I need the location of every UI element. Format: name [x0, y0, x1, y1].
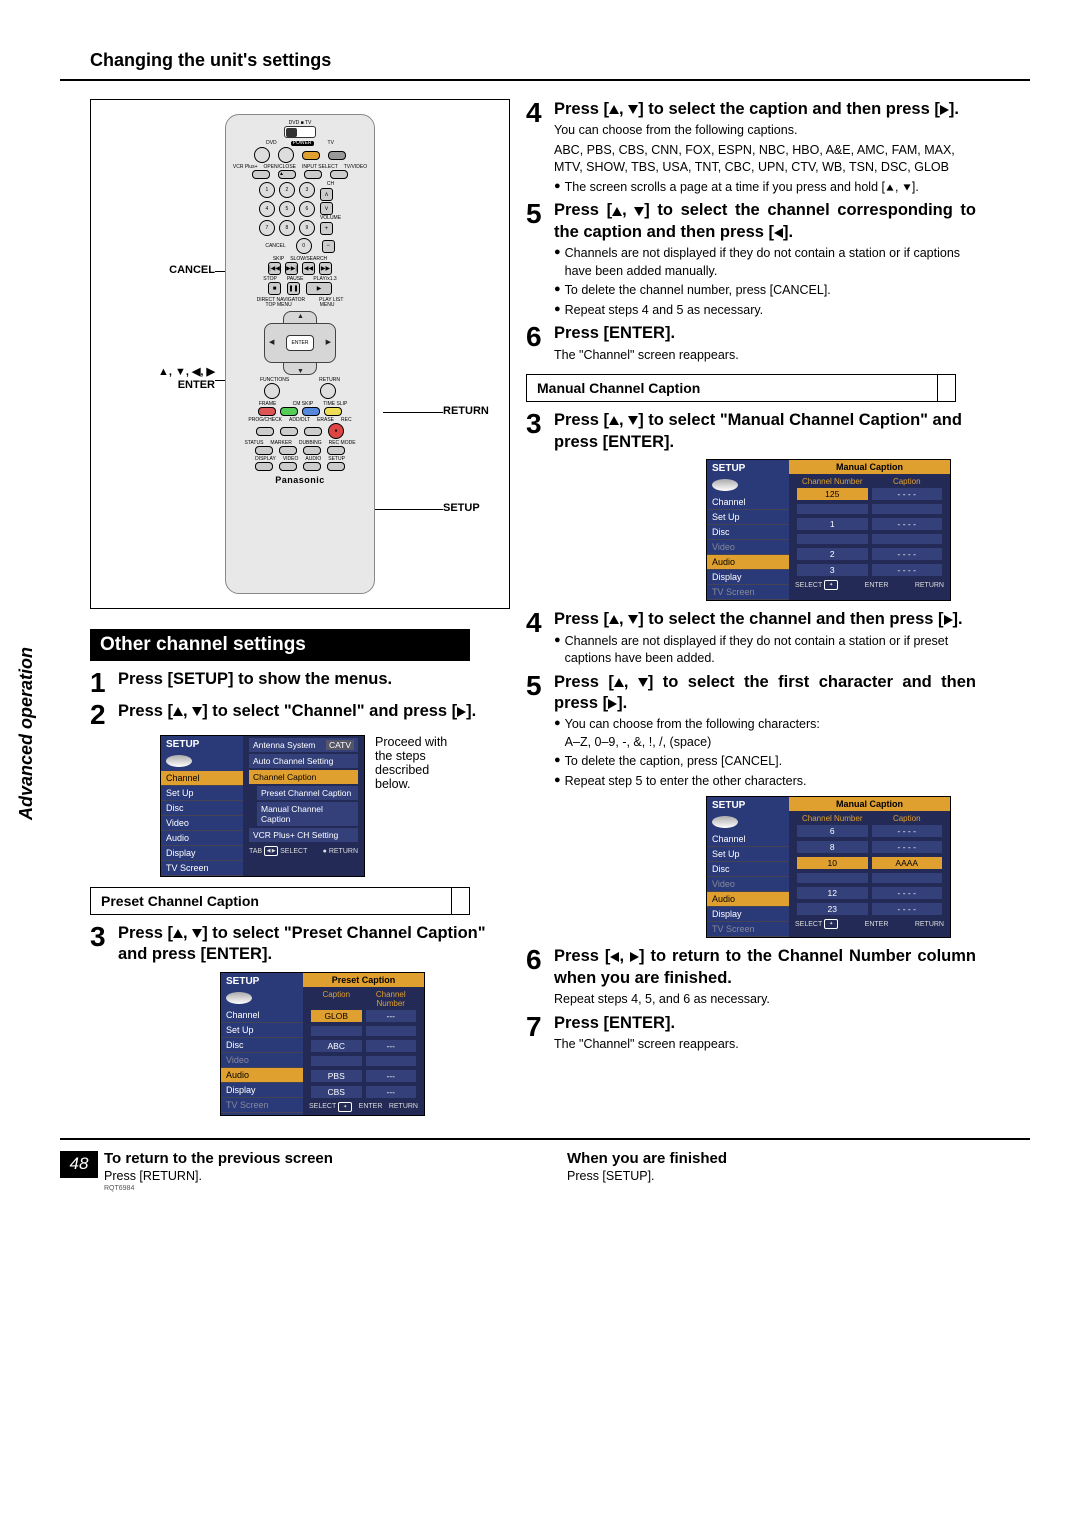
ui-manual-caption-2: SETUP Channel Set Up Disc Video Audio Di…	[706, 796, 951, 938]
section-sidebar-label: Advanced operation	[16, 647, 37, 820]
step-1: 1 Press [SETUP] to show the menus.	[90, 669, 500, 697]
setup-pill-button	[327, 462, 345, 471]
section-heading-bar: Other channel settings	[90, 629, 470, 661]
right-column: 4 Press [, ] to select the caption and t…	[526, 99, 976, 1124]
remote-illustration: CANCEL ▲, ▼, ◀, ▶ ENTER RETURN SETUP DVD…	[90, 99, 510, 609]
footer-right-text: Press [SETUP].	[567, 1169, 1030, 1183]
ui-manual-caption-1: SETUP Channel Set Up Disc Video Audio Di…	[706, 459, 951, 601]
dvd-button	[328, 151, 346, 160]
footer-left-text: Press [RETURN].	[104, 1169, 567, 1183]
power-tv-button	[278, 147, 294, 163]
chevron-right-icon	[451, 888, 469, 914]
sub-heading-preset: Preset Channel Caption	[90, 887, 470, 915]
page-footer: 48 To return to the previous screen Pres…	[60, 1150, 1030, 1192]
document-id: RQT6984	[104, 1185, 567, 1192]
step-4-right: 4 Press [, ] to select the caption and t…	[526, 99, 976, 196]
callout-return: RETURN	[443, 405, 503, 418]
header-rule	[60, 79, 1030, 81]
hdd-button	[302, 151, 320, 160]
page-title: Changing the unit's settings	[90, 50, 1030, 71]
footer-right-heading: When you are finished	[567, 1150, 1030, 1167]
power-dvd-button	[254, 147, 270, 163]
callout-cancel: CANCEL	[95, 264, 215, 277]
remote-brand: Panasonic	[275, 475, 325, 485]
step-5b-right: 5 Press [, ] to select the first charact…	[526, 672, 976, 791]
step-3b-right: 3 Press [, ] to select "Manual Channel C…	[526, 410, 976, 453]
step-6b-right: 6 Press [, ] to return to the Channel Nu…	[526, 946, 976, 1008]
ui-setup-channel-menu: SETUP Channel Set Up Disc Video Audio Di…	[160, 735, 365, 877]
d-pad: ENTER ▲ ▼ ◀ ▶	[255, 308, 345, 378]
page-number: 48	[60, 1151, 98, 1178]
number-0-button: 0	[296, 238, 312, 254]
dvd-tv-switch	[284, 126, 316, 138]
proceed-note: Proceed with the steps described below.	[375, 735, 465, 791]
callout-setup: SETUP	[443, 502, 503, 515]
dvd-icon	[166, 755, 192, 767]
footer-rule	[60, 1138, 1030, 1140]
step-7-right: 7 Press [ENTER]. The "Channel" screen re…	[526, 1013, 976, 1054]
left-column: CANCEL ▲, ▼, ◀, ▶ ENTER RETURN SETUP DVD…	[60, 99, 500, 1124]
rec-button: ●	[328, 423, 344, 439]
footer-left-heading: To return to the previous screen	[104, 1150, 567, 1167]
return-button-icon	[320, 383, 336, 399]
page-header: Changing the unit's settings	[60, 50, 1030, 71]
step-4b-right: 4 Press [, ] to select the channel and t…	[526, 609, 976, 667]
step-6-right: 6 Press [ENTER]. The "Channel" screen re…	[526, 323, 976, 364]
callout-nav: ▲, ▼, ◀, ▶ ENTER	[95, 366, 215, 392]
step-5-right: 5 Press [, ] to select the channel corre…	[526, 200, 976, 319]
sub-heading-manual: Manual Channel Caption	[526, 374, 956, 402]
step-3-left: 3 Press [, ] to select "Preset Channel C…	[90, 923, 500, 966]
ui-preset-caption: SETUP Channel Set Up Disc Video Audio Di…	[220, 972, 425, 1116]
step-2: 2 Press [, ] to select "Channel" and pre…	[90, 701, 500, 729]
remote-body: DVD ■ TV DVD POWER TV VCR Plus+ OPEN/CLO…	[225, 114, 375, 594]
